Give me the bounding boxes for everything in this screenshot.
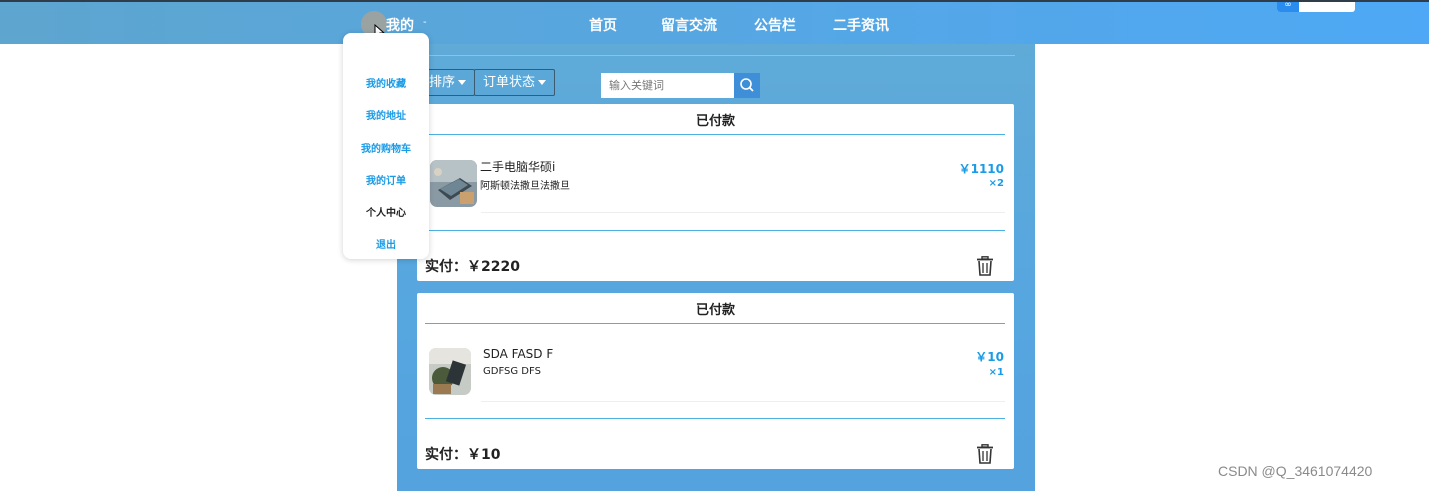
paid-amount: ￥10 [467,447,501,463]
nav-messages[interactable]: 留言交流 [661,15,717,35]
search-input[interactable] [601,73,734,98]
my-menu-caret[interactable]: - [423,17,427,28]
product-description: GDFSG DFS [483,366,541,377]
divider [425,418,1005,419]
order-status-dropdown[interactable]: 订单状态 [474,69,556,96]
link-icon: ∞ [1277,2,1299,12]
paid-amount: ￥2220 [467,259,520,275]
my-dropdown-menu: 我的收藏 我的地址 我的购物车 我的订单 个人中心 退出 [343,33,429,259]
menu-item-addresses[interactable]: 我的地址 [343,107,429,122]
menu-item-cart[interactable]: 我的购物车 [343,140,429,155]
nav-secondhand-news[interactable]: 二手资讯 [833,15,889,35]
menu-item-logout[interactable]: 退出 [343,236,429,251]
divider [425,323,1005,324]
order-status: 已付款 [695,114,735,129]
search-icon [740,78,754,92]
product-price: ￥1110 [958,162,1004,176]
divider [417,55,1015,56]
product-thumbnail[interactable] [429,348,471,395]
paid-label: 实付： [425,447,467,463]
sort-label: 排序 [429,75,456,90]
product-price: ￥10 [975,350,1004,364]
order-list-panel: 排序 订单状态 已付款 二手电脑华硕i 阿斯顿法撒旦法撒旦 ￥1110 ×2 [397,44,1035,491]
product-thumbnail[interactable] [430,160,477,207]
menu-item-orders[interactable]: 我的订单 [343,172,429,187]
product-name[interactable]: SDA FASD F [483,347,553,361]
menu-item-profile[interactable]: 个人中心 [343,204,429,219]
trash-icon[interactable] [976,256,994,276]
paid-total: 实付：￥10 [425,444,500,464]
product-name[interactable]: 二手电脑华硕i [480,158,555,175]
paid-label: 实付： [425,259,467,275]
nav-home[interactable]: 首页 [589,15,617,35]
order-card: 已付款 SDA FASD F GDFSG DFS ￥10 ×1 实付：￥10 [417,293,1014,469]
divider [425,230,1005,231]
divider [481,212,1005,213]
product-quantity: ×2 [988,178,1004,189]
divider [425,134,1005,135]
caret-down-icon [458,80,467,85]
nav-notices[interactable]: 公告栏 [754,15,796,35]
watermark: CSDN @Q_3461074420 [1218,463,1373,479]
product-description: 阿斯顿法撒旦法撒旦 [480,181,570,192]
order-status-label: 订单状态 [483,75,536,90]
product-quantity: ×1 [988,367,1004,378]
trash-icon[interactable] [976,444,994,464]
divider [481,401,1005,402]
top-navbar: 我的 - 首页 留言交流 公告栏 二手资讯 ∞ [0,0,1429,44]
menu-item-favorites[interactable]: 我的收藏 [343,75,429,90]
paid-total: 实付：￥2220 [425,256,520,276]
my-menu-label[interactable]: 我的 [386,15,414,35]
search-button[interactable] [734,73,760,98]
order-card: 已付款 二手电脑华硕i 阿斯顿法撒旦法撒旦 ￥1110 ×2 实付：￥2220 [417,104,1014,281]
order-status: 已付款 [695,303,735,318]
caret-down-icon [538,80,547,85]
corner-badge[interactable]: ∞ [1277,2,1355,12]
